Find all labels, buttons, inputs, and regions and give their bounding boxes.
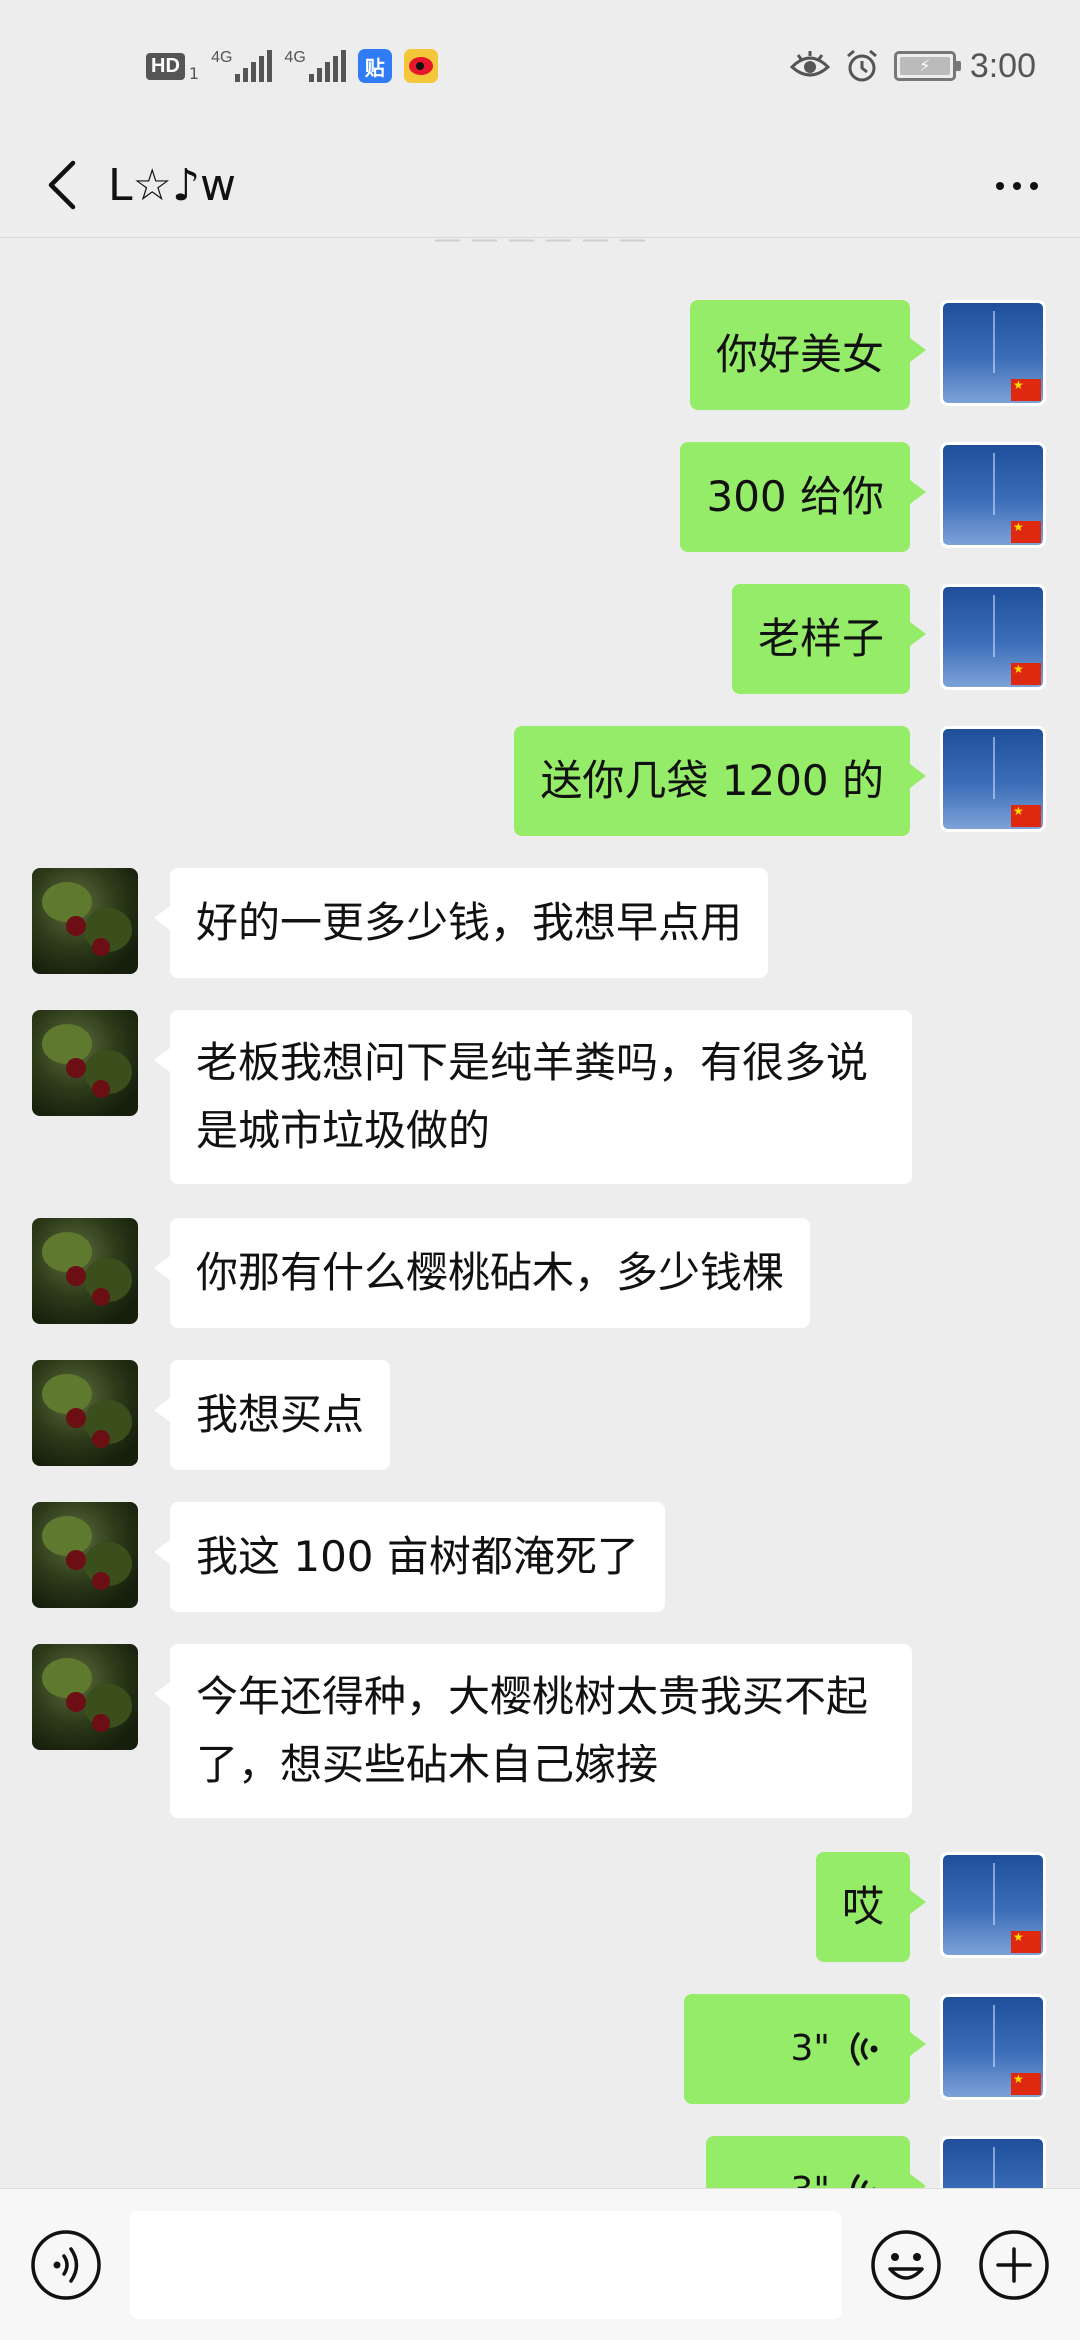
contact-avatar[interactable] [32, 1218, 138, 1324]
my-avatar[interactable] [940, 726, 1046, 832]
voice-mode-button[interactable] [30, 2229, 102, 2301]
china-flag-icon [1011, 379, 1041, 401]
message-bubble[interactable]: 好的一更多少钱，我想早点用 [153, 868, 769, 978]
signal-2: 4G [284, 49, 346, 82]
my-avatar[interactable] [940, 1994, 1046, 2100]
china-flag-icon [1011, 663, 1041, 685]
message-bubble[interactable]: 今年还得种，大樱桃树太贵我买不起了，想买些砧木自己嫁接 [154, 1644, 912, 1818]
faded-timestamp: — — — — — — [433, 238, 647, 255]
voice-mode-icon [31, 2230, 101, 2300]
plus-icon [979, 2230, 1049, 2300]
chat-title: L☆♪w [108, 160, 237, 211]
contact-avatar[interactable] [32, 1360, 138, 1466]
network-type-1: 4G [211, 49, 233, 66]
voice-duration: 3" [790, 2028, 830, 2069]
message-bubble[interactable]: 300 给你 [680, 442, 926, 552]
china-flag-icon [1011, 521, 1041, 543]
my-avatar[interactable] [940, 584, 1046, 690]
hd-voice-badge: HD [146, 52, 185, 80]
status-left-group: HD 1 4G 4G 贴 [146, 44, 438, 88]
emoji-icon [871, 2230, 941, 2300]
message-bubble[interactable]: 老样子 [731, 584, 927, 694]
contact-avatar[interactable] [32, 1010, 138, 1116]
input-bar [0, 2188, 1080, 2340]
signal-bars-2-icon [308, 50, 346, 82]
more-options-button[interactable] [984, 158, 1050, 214]
voice-wave-icon [851, 2174, 876, 2188]
message-bubble[interactable]: 老板我想问下是纯羊粪吗，有很多说是城市垃圾做的 [154, 1010, 912, 1184]
alarm-icon [846, 49, 877, 82]
china-flag-icon [1011, 805, 1041, 827]
emoji-button[interactable] [870, 2229, 942, 2301]
message-input[interactable] [130, 2211, 842, 2319]
sim-number: 1 [188, 63, 200, 83]
message-bubble[interactable]: 哎 [815, 1852, 927, 1962]
message-bubble[interactable]: 送你几袋 1200 的 [514, 726, 926, 836]
status-bar: HD 1 4G 4G 贴 ⚡ 3:00 [0, 0, 1080, 132]
contact-avatar[interactable] [32, 1644, 138, 1750]
message-bubble[interactable]: 你那有什么樱桃砧木，多少钱棵 [153, 1218, 811, 1328]
tieba-notification-icon: 贴 [357, 49, 392, 83]
more-functions-button[interactable] [978, 2229, 1050, 2301]
network-type-2: 4G [284, 49, 306, 66]
signal-bars-1-icon [235, 50, 273, 82]
eye-comfort-icon [789, 51, 830, 77]
my-avatar[interactable] [940, 300, 1046, 406]
clock: 3:00 [969, 46, 1036, 85]
voice-duration: 3" [791, 2157, 830, 2188]
china-flag-icon [1011, 2073, 1041, 2095]
chevron-left-icon [48, 160, 76, 210]
voice-message-bubble[interactable]: 3" [706, 2136, 926, 2188]
message-list[interactable]: — — — — — — 你好美女 300 给你 老样子 送你几袋 1200 的 … [0, 238, 1080, 2188]
message-bubble[interactable]: 我想买点 [153, 1360, 391, 1470]
voice-wave-icon [850, 2032, 878, 2066]
contact-avatar[interactable] [32, 868, 138, 974]
contact-avatar[interactable] [32, 1502, 138, 1608]
my-avatar[interactable] [940, 2136, 1046, 2188]
more-dots-icon [996, 182, 1004, 190]
my-avatar[interactable] [940, 1852, 1046, 1958]
message-bubble[interactable]: 我这 100 亩树都淹死了 [154, 1502, 665, 1612]
status-right-group: ⚡ 3:00 [789, 44, 1036, 88]
chat-header: L☆♪w [0, 132, 1080, 238]
signal-1: 4G [211, 49, 273, 82]
weibo-notification-icon [403, 49, 438, 83]
battery-charging-icon: ⚡ [893, 51, 961, 81]
message-bubble[interactable]: 你好美女 [689, 300, 927, 410]
voice-message-bubble[interactable]: 3" [684, 1994, 926, 2104]
my-avatar[interactable] [940, 442, 1046, 548]
back-button[interactable] [30, 152, 94, 218]
china-flag-icon [1011, 1931, 1041, 1953]
